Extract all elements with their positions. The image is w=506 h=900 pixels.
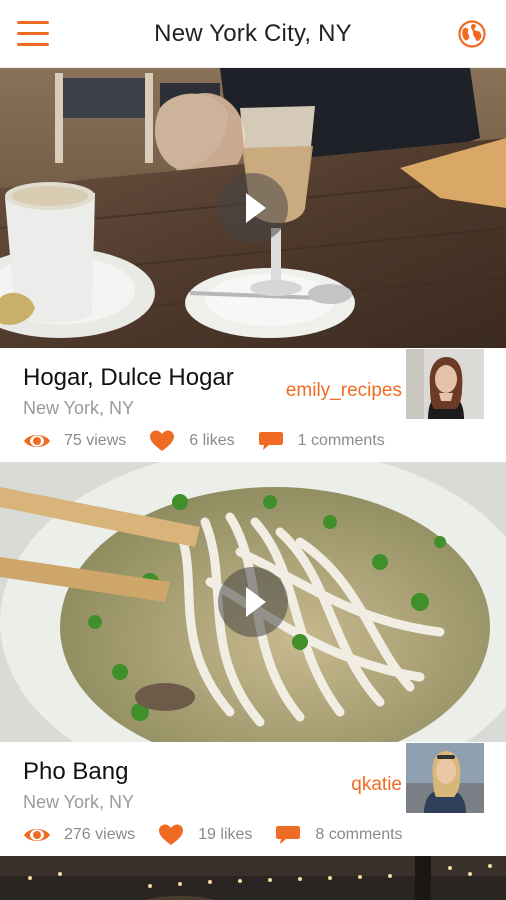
views-stat[interactable]: 276 views — [23, 825, 135, 845]
play-button[interactable] — [218, 173, 288, 243]
comment-bubble-icon — [274, 825, 302, 845]
play-button[interactable] — [218, 567, 288, 637]
likes-count: 19 likes — [198, 826, 253, 843]
play-icon — [246, 587, 266, 617]
views-count: 75 views — [64, 432, 127, 449]
night-street-photo — [0, 856, 506, 900]
author-avatar[interactable] — [406, 743, 484, 813]
post-stats: 75 views 6 likes 1 comments — [23, 430, 407, 452]
play-icon — [246, 193, 266, 223]
comments-count: 8 comments — [315, 826, 403, 843]
post-info: Pho Bang New York, NY qkatie 276 views 1… — [0, 742, 506, 856]
feed-card: Hogar, Dulce Hogar New York, NY emily_re… — [0, 68, 506, 462]
feed-list[interactable]: Hogar, Dulce Hogar New York, NY emily_re… — [0, 68, 506, 900]
eye-icon — [23, 431, 51, 451]
heart-icon — [148, 430, 176, 451]
post-video-thumbnail[interactable] — [0, 68, 506, 348]
post-stats: 276 views 19 likes 8 comments — [23, 824, 425, 846]
author-username[interactable]: emily_recipes — [286, 380, 402, 402]
eye-icon — [23, 825, 51, 845]
likes-count: 6 likes — [189, 432, 235, 449]
comments-count: 1 comments — [297, 432, 385, 449]
post-video-thumbnail[interactable] — [0, 462, 506, 742]
views-count: 276 views — [64, 826, 136, 843]
likes-stat[interactable]: 19 likes — [157, 824, 253, 845]
hamburger-menu-icon[interactable] — [17, 21, 49, 47]
app-header: New York City, NY — [0, 0, 506, 68]
restaurant-location: New York, NY — [23, 398, 135, 418]
comment-bubble-icon — [257, 431, 285, 451]
post-video-thumbnail[interactable] — [0, 856, 506, 900]
comments-stat[interactable]: 8 comments — [274, 825, 403, 845]
heart-icon — [157, 824, 185, 845]
restaurant-name[interactable]: Hogar, Dulce Hogar — [23, 364, 234, 392]
feed-card: Pho Bang New York, NY qkatie 276 views 1… — [0, 462, 506, 856]
page-title: New York City, NY — [154, 19, 352, 47]
globe-icon[interactable] — [458, 20, 486, 48]
feed-card — [0, 856, 506, 900]
author-username[interactable]: qkatie — [351, 774, 402, 796]
restaurant-location: New York, NY — [23, 792, 135, 812]
author-avatar[interactable] — [406, 349, 484, 419]
comments-stat[interactable]: 1 comments — [257, 431, 385, 451]
post-info: Hogar, Dulce Hogar New York, NY emily_re… — [0, 348, 506, 462]
likes-stat[interactable]: 6 likes — [148, 430, 235, 451]
views-stat[interactable]: 75 views — [23, 431, 126, 451]
restaurant-name[interactable]: Pho Bang — [23, 758, 128, 786]
